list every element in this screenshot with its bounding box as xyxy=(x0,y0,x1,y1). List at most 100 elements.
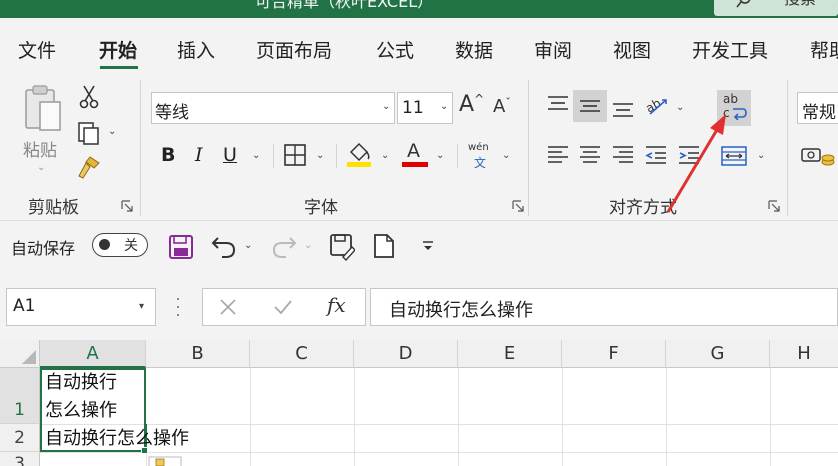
row-header-2[interactable]: 2 xyxy=(0,424,40,452)
enter-icon[interactable] xyxy=(273,298,293,316)
tab-developer[interactable]: 开发工具 xyxy=(692,36,768,63)
toggle-knob xyxy=(99,239,110,250)
paste-label: 粘贴 xyxy=(23,141,57,161)
annotation-arrow xyxy=(666,114,726,213)
number-format-value: 常规 xyxy=(802,103,836,123)
align-left-icon[interactable] xyxy=(546,144,570,166)
copy-dropdown-icon[interactable]: ⌄ xyxy=(108,126,116,137)
currency-format-icon[interactable] xyxy=(801,144,835,170)
separator xyxy=(457,144,458,168)
font-color-swatch xyxy=(402,162,428,167)
font-color-dropdown-icon[interactable]: ⌄ xyxy=(436,150,444,161)
font-color-button[interactable]: A xyxy=(402,140,428,168)
insert-function-icon[interactable]: fx xyxy=(327,293,346,317)
select-all-icon xyxy=(22,350,36,364)
wrap-text-icon xyxy=(733,108,747,120)
row-header-1[interactable]: 1 xyxy=(0,368,40,424)
tab-insert[interactable]: 插入 xyxy=(177,36,215,63)
grid-line xyxy=(666,368,667,466)
formula-input[interactable]: 自动换行怎么操作 xyxy=(370,288,838,326)
paste-button[interactable]: 粘贴 ⌄ xyxy=(18,82,68,180)
font-size-value: 11 xyxy=(402,98,424,118)
tab-formulas[interactable]: 公式 xyxy=(376,36,414,63)
grid-line xyxy=(770,368,771,466)
select-all-button[interactable] xyxy=(0,340,40,368)
redo-icon[interactable] xyxy=(270,232,298,260)
separator xyxy=(336,144,337,168)
active-tab-indicator xyxy=(100,66,138,69)
grid-line xyxy=(354,368,355,466)
tab-file[interactable]: 文件 xyxy=(18,36,56,63)
fill-color-icon[interactable] xyxy=(346,140,372,168)
fill-handle[interactable] xyxy=(141,447,148,454)
column-header-e[interactable]: E xyxy=(458,340,562,368)
underline-icon[interactable]: U xyxy=(223,144,237,166)
column-header-b[interactable]: B xyxy=(146,340,250,368)
borders-icon[interactable] xyxy=(284,144,306,166)
redo-dropdown-icon[interactable]: ⌄ xyxy=(304,240,312,251)
borders-dropdown-icon[interactable]: ⌄ xyxy=(316,150,324,161)
align-bottom-icon[interactable] xyxy=(611,96,635,118)
dialog-launcher-icon[interactable] xyxy=(768,200,780,212)
font-color-icon: A xyxy=(407,140,420,162)
undo-dropdown-icon[interactable]: ⌄ xyxy=(244,240,252,251)
row-header-3[interactable]: 3 xyxy=(0,452,40,466)
phonetic-dropdown-icon[interactable]: ⌄ xyxy=(502,150,510,161)
font-group-label: 字体 xyxy=(304,198,338,218)
format-painter-icon[interactable] xyxy=(76,154,102,180)
font-name-value: 等线 xyxy=(155,103,189,123)
formula-bar-resize-handle[interactable] xyxy=(176,296,180,318)
tab-review[interactable]: 审阅 xyxy=(534,36,572,63)
undo-icon[interactable] xyxy=(210,232,238,260)
underline-dropdown-icon[interactable]: ⌄ xyxy=(252,150,260,161)
formula-buttons: fx xyxy=(202,288,366,326)
column-header-c[interactable]: C xyxy=(250,340,354,368)
wrap-text-label: ab xyxy=(723,92,738,106)
cut-icon[interactable] xyxy=(78,84,100,110)
autosave-toggle[interactable]: 关 xyxy=(92,233,148,257)
column-header-h[interactable]: H xyxy=(770,340,838,368)
align-right-icon[interactable] xyxy=(611,144,635,166)
clipboard-group-label: 剪贴板 xyxy=(28,198,79,218)
tab-view[interactable]: 视图 xyxy=(613,36,651,63)
name-box[interactable]: A1 ▾ xyxy=(6,288,156,326)
increase-font-size-icon[interactable]: A^ xyxy=(459,92,484,117)
column-header-g[interactable]: G xyxy=(666,340,770,368)
column-header-d[interactable]: D xyxy=(354,340,458,368)
toggle-state: 关 xyxy=(124,238,138,254)
decrease-font-size-icon[interactable]: Aˇ xyxy=(493,96,511,117)
separator xyxy=(273,144,274,168)
tab-page-layout[interactable]: 页面布局 xyxy=(256,36,332,63)
search-box[interactable]: 搜索 xyxy=(714,0,838,16)
new-file-icon[interactable] xyxy=(373,233,395,259)
dialog-launcher-icon[interactable] xyxy=(512,200,524,212)
merge-dropdown-icon[interactable]: ⌄ xyxy=(757,150,765,161)
grid-line xyxy=(458,368,459,466)
chevron-down-icon: ⌄ xyxy=(440,101,449,112)
align-top-icon[interactable] xyxy=(546,94,570,116)
cancel-icon[interactable] xyxy=(219,298,237,316)
tab-data[interactable]: 数据 xyxy=(455,36,493,63)
column-header-a[interactable]: A xyxy=(40,340,146,368)
dialog-launcher-icon[interactable] xyxy=(121,200,133,212)
font-name-select[interactable]: 等线 ⌄ xyxy=(151,92,395,124)
customize-qat-icon[interactable] xyxy=(421,240,435,252)
cell-a2-text: 自动换行怎么操作 xyxy=(45,428,189,449)
save-icon[interactable] xyxy=(168,234,194,260)
align-middle-button[interactable] xyxy=(573,90,607,122)
fill-color-dropdown-icon[interactable]: ⌄ xyxy=(381,150,389,161)
tab-home[interactable]: 开始 xyxy=(99,36,137,63)
copy-icon[interactable] xyxy=(76,120,102,146)
group-separator xyxy=(528,80,529,216)
tab-help[interactable]: 帮助 xyxy=(810,36,838,63)
align-center-icon[interactable] xyxy=(578,144,602,166)
phonetic-button[interactable]: wén 文 xyxy=(468,140,498,170)
phonetic-char: 文 xyxy=(474,156,487,170)
paste-options-icon[interactable] xyxy=(148,456,182,466)
save-as-icon[interactable] xyxy=(329,233,355,261)
number-format-select[interactable]: 常规 xyxy=(797,92,838,124)
column-header-f[interactable]: F xyxy=(562,340,666,368)
font-size-select[interactable]: 11 ⌄ xyxy=(397,92,453,124)
bold-icon[interactable]: B xyxy=(161,144,175,166)
italic-icon[interactable]: I xyxy=(195,144,203,166)
